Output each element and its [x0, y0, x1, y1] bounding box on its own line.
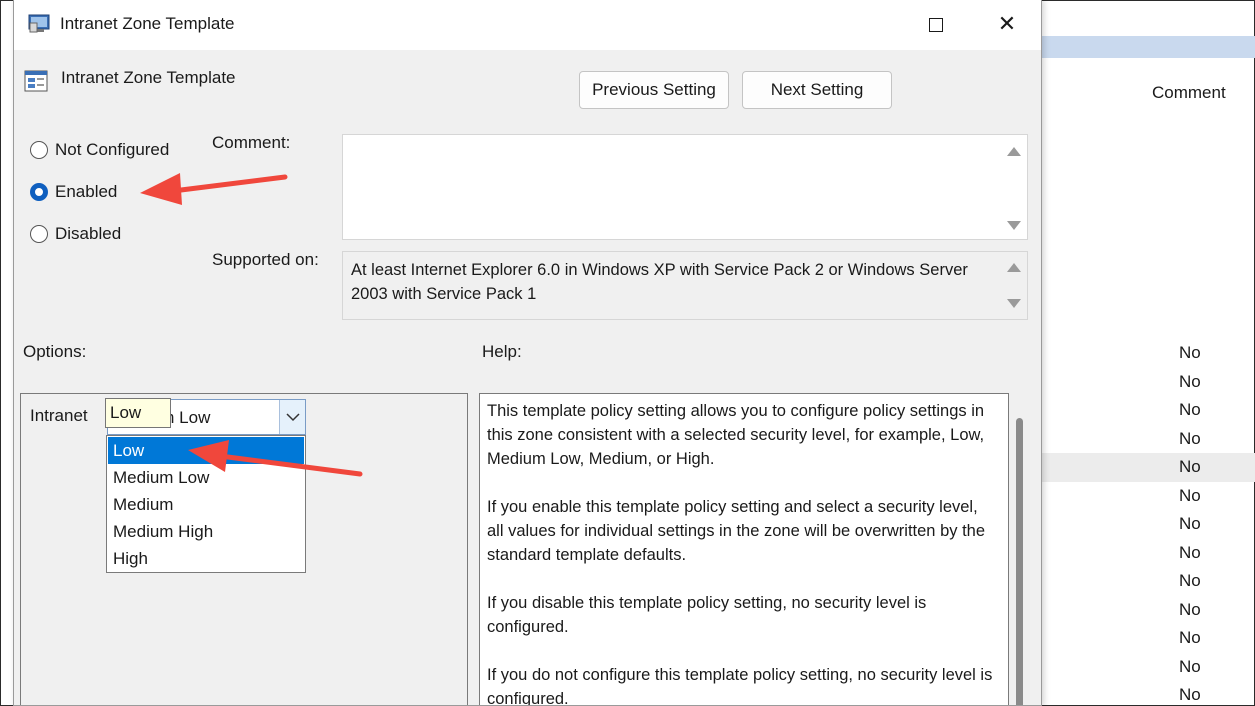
maximize-icon — [929, 18, 943, 32]
title-bar[interactable]: Intranet Zone Template ✕ — [14, 0, 1041, 50]
list-cell[interactable]: No — [1179, 372, 1201, 392]
scroll-up-icon[interactable] — [1007, 263, 1021, 272]
column-header-comment[interactable]: Comment — [1152, 83, 1226, 103]
tooltip: Low — [105, 398, 171, 428]
supported-on-label: Supported on: — [212, 250, 319, 269]
annotation-arrow-icon — [140, 173, 288, 205]
policy-dialog: Intranet Zone Template ✕ Intranet Zone T… — [13, 0, 1042, 706]
chevron-down-icon — [285, 412, 300, 421]
selected-row-highlight — [1041, 453, 1255, 482]
supported-on-text: At least Internet Explorer 6.0 in Window… — [351, 261, 968, 303]
dropdown-item-medium-high[interactable]: Medium High — [108, 518, 304, 545]
list-cell[interactable]: No — [1179, 457, 1201, 477]
scroll-up-icon[interactable] — [1007, 147, 1021, 156]
list-cell[interactable]: No — [1179, 657, 1201, 677]
scroll-down-icon[interactable] — [1007, 221, 1021, 230]
annotation-arrow-icon — [188, 440, 363, 477]
help-paragraph: If you enable this template policy setti… — [487, 498, 986, 564]
radio-label: Not Configured — [55, 140, 170, 159]
radio-button-checked[interactable] — [30, 183, 48, 201]
next-setting-button[interactable]: Next Setting — [742, 71, 892, 109]
list-cell[interactable]: No — [1179, 400, 1201, 420]
intranet-label: Intranet — [30, 406, 88, 425]
comment-textarea[interactable] — [342, 134, 1028, 240]
list-cell[interactable]: No — [1179, 600, 1201, 620]
list-cell[interactable]: No — [1179, 571, 1201, 591]
radio-button[interactable] — [30, 225, 48, 243]
radio-not-configured[interactable]: Not Configured — [30, 140, 169, 160]
list-cell[interactable]: No — [1179, 685, 1201, 705]
dropdown-item-medium[interactable]: Medium — [108, 491, 304, 518]
policy-title: Intranet Zone Template — [61, 68, 236, 87]
list-cell[interactable]: No — [1179, 429, 1201, 449]
help-paragraph: If you do not configure this template po… — [487, 666, 993, 706]
radio-label: Disabled — [55, 224, 122, 243]
list-cell[interactable]: No — [1179, 486, 1201, 506]
radio-enabled[interactable]: Enabled — [30, 182, 117, 202]
list-cell[interactable]: No — [1179, 543, 1201, 563]
scroll-down-icon[interactable] — [1007, 299, 1021, 308]
help-paragraph: If you disable this template policy sett… — [487, 594, 927, 636]
combobox-dropdown-button[interactable] — [279, 400, 305, 434]
help-scrollbar[interactable] — [1016, 418, 1023, 705]
previous-setting-button[interactable]: Previous Setting — [579, 71, 729, 109]
window-title: Intranet Zone Template — [60, 14, 235, 33]
help-paragraph: This template policy setting allows you … — [487, 402, 985, 468]
radio-button[interactable] — [30, 141, 48, 159]
policy-icon — [24, 70, 48, 92]
radio-disabled[interactable]: Disabled — [30, 224, 121, 244]
options-label: Options: — [23, 342, 87, 361]
close-button[interactable]: ✕ — [982, 8, 1032, 40]
close-icon: ✕ — [997, 11, 1017, 36]
list-cell[interactable]: No — [1179, 343, 1201, 363]
maximize-button[interactable] — [914, 12, 958, 38]
comment-label: Comment: — [212, 133, 291, 152]
app-window-icon — [28, 14, 50, 33]
help-label: Help: — [482, 342, 522, 361]
list-cell[interactable]: No — [1179, 628, 1201, 648]
help-panel: This template policy setting allows you … — [479, 393, 1009, 706]
dropdown-item-high[interactable]: High — [108, 545, 304, 572]
background-header-strip — [1041, 36, 1255, 58]
radio-label: Enabled — [55, 182, 118, 201]
supported-on-field: At least Internet Explorer 6.0 in Window… — [342, 251, 1028, 320]
list-cell[interactable]: No — [1179, 514, 1201, 534]
